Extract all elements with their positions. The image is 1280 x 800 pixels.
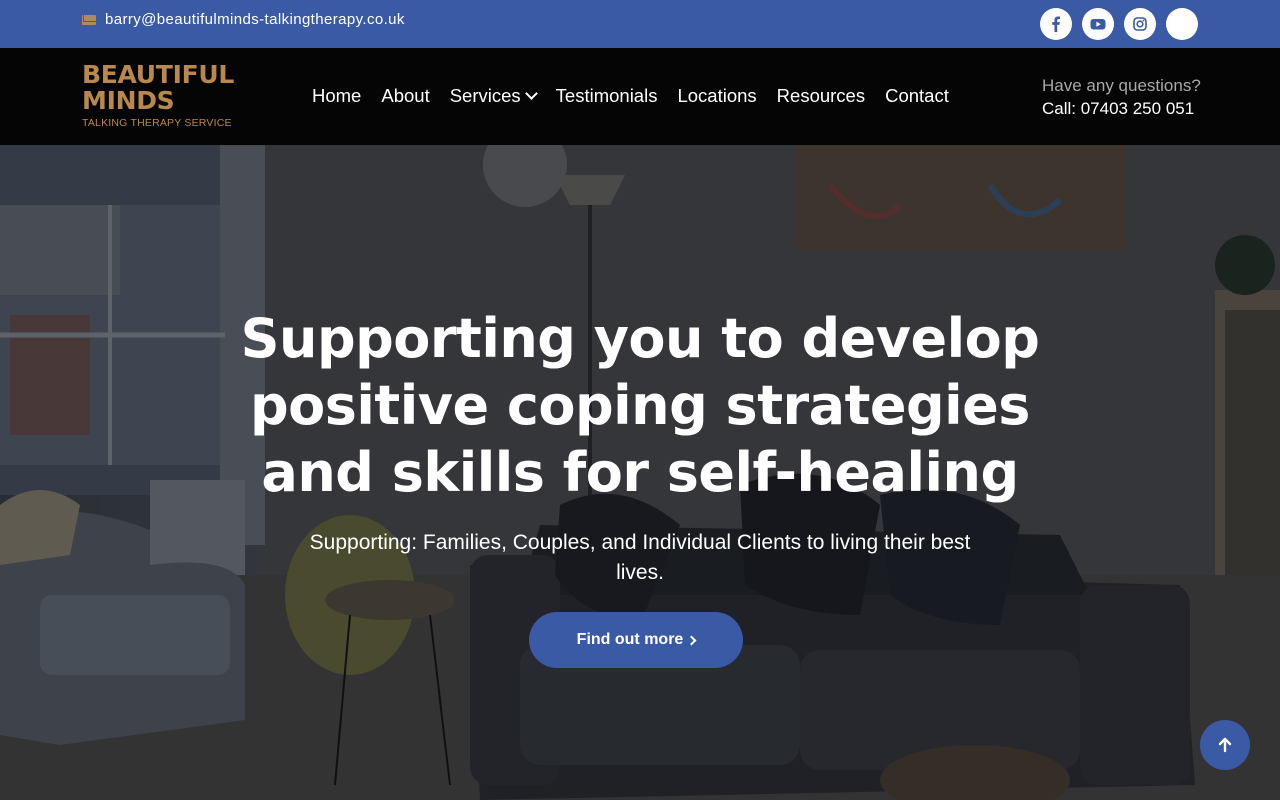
chevron-right-icon: [686, 635, 697, 645]
main-nav: Home About Services Testimonials Locatio…: [312, 85, 949, 107]
contact-phone[interactable]: Call: 07403 250 051: [1042, 97, 1198, 121]
nav-services-label: Services: [449, 85, 521, 106]
chevron-down-icon: [524, 87, 538, 100]
hero-title: Supporting you to develop positive copin…: [240, 307, 1040, 504]
instagram-link[interactable]: [1124, 8, 1156, 40]
youtube-icon: [1090, 19, 1106, 30]
logo-tagline: TALKING THERAPY SERVICE: [82, 117, 232, 129]
hero-section: Supporting you to develop positive copin…: [0, 145, 1280, 800]
find-out-more-label: Find out more: [576, 631, 684, 648]
nav-testimonials[interactable]: Testimonials: [556, 85, 658, 107]
logo-line-beautiful: BEAUTIFUL: [82, 60, 234, 89]
scroll-to-top-button[interactable]: [1200, 720, 1250, 770]
header-contact: Have any questions? Call: 07403 250 051: [1042, 75, 1201, 121]
facebook-icon: [1052, 16, 1060, 32]
facebook-link[interactable]: [1040, 8, 1072, 40]
nav-resources[interactable]: Resources: [777, 85, 865, 107]
main-header: BEAUTIFUL MINDS TALKING THERAPY SERVICE …: [0, 48, 1280, 145]
contact-question: Have any questions?: [1042, 76, 1201, 95]
nav-contact[interactable]: Contact: [885, 85, 949, 107]
envelope-icon: [82, 14, 96, 25]
instagram-icon: [1133, 17, 1147, 31]
nav-about[interactable]: About: [381, 85, 429, 107]
nav-services[interactable]: Services: [449, 85, 538, 107]
email-link[interactable]: barry@beautifulminds-talkingtherapy.co.u…: [82, 11, 405, 28]
nav-locations[interactable]: Locations: [677, 85, 756, 107]
social-link-4[interactable]: [1166, 8, 1198, 40]
logo-line-minds: MINDS: [82, 86, 175, 115]
hero-content: Supporting you to develop positive copin…: [0, 145, 1280, 800]
email-text: barry@beautifulminds-talkingtherapy.co.u…: [105, 11, 405, 28]
nav-home[interactable]: Home: [312, 85, 361, 107]
youtube-link[interactable]: [1082, 8, 1114, 40]
social-links: [1040, 8, 1198, 40]
arrow-up-icon: [1218, 737, 1232, 753]
top-bar: barry@beautifulminds-talkingtherapy.co.u…: [0, 0, 1280, 48]
find-out-more-button[interactable]: Find out more: [529, 612, 743, 668]
site-logo[interactable]: BEAUTIFUL MINDS TALKING THERAPY SERVICE: [82, 60, 234, 130]
hero-subtitle: Supporting: Families, Couples, and Indiv…: [309, 531, 971, 584]
